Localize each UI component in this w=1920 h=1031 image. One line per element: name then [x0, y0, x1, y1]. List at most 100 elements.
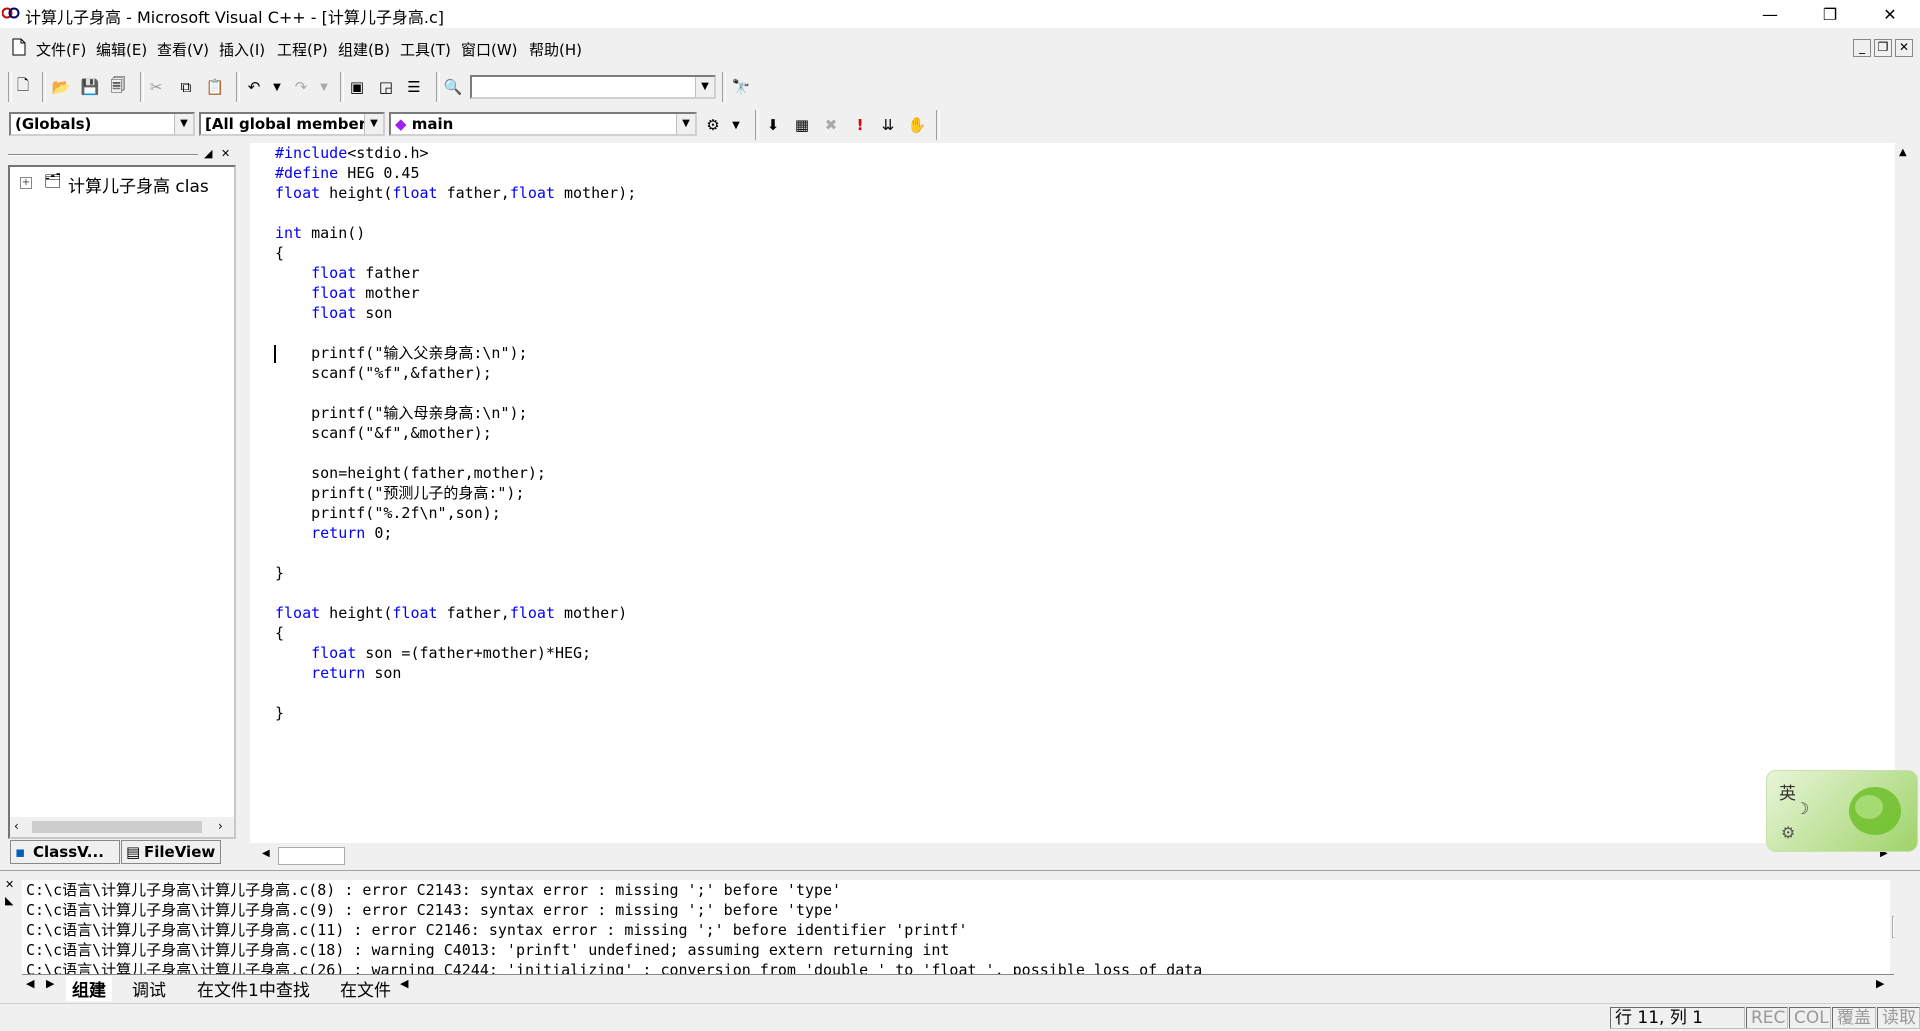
output-line[interactable]: C:\c语言\计算儿子身高\计算儿子身高.c(11) : error C2146…: [26, 920, 968, 940]
redo-icon[interactable]: ↷: [290, 76, 312, 98]
minimize-button[interactable]: —: [1740, 0, 1800, 28]
output-line[interactable]: C:\c语言\计算儿子身高\计算儿子身高.c(9) : error C2143:…: [26, 900, 841, 920]
expand-icon[interactable]: +: [20, 177, 32, 189]
tree-item-project[interactable]: 计算儿子身高 clas: [68, 172, 209, 197]
menu-tools[interactable]: 工具(T): [400, 39, 451, 60]
globals-combo[interactable]: (Globals) ▼: [9, 112, 195, 136]
undo-icon[interactable]: ↶: [243, 76, 265, 98]
tab-find-in-files-2[interactable]: 在文件: [340, 976, 391, 1001]
menu-file[interactable]: 文件(F): [36, 39, 86, 60]
mdi-close-button[interactable]: ✕: [1895, 39, 1913, 57]
globals-combo-value: (Globals): [15, 115, 92, 133]
tab-classview[interactable]: ▪ ClassV...: [10, 840, 120, 864]
editor-hscrollbar[interactable]: ◀ ▶: [254, 845, 1895, 865]
window-list-icon[interactable]: ☰: [403, 76, 425, 98]
save-icon[interactable]: 💾: [79, 76, 101, 98]
window-title: 计算儿子身高 - Microsoft Visual C++ - [计算儿子身高.…: [25, 8, 444, 27]
menu-view[interactable]: 查看(V): [157, 39, 209, 60]
code-line: #define HEG 0.45: [275, 164, 420, 182]
compile-icon[interactable]: ⬇: [762, 114, 784, 136]
menu-insert[interactable]: 插入(I): [219, 39, 265, 60]
output-line[interactable]: C:\c语言\计算儿子身高\计算儿子身高.c(26) : warning C42…: [26, 960, 1202, 974]
chevron-down-icon[interactable]: ▼: [364, 114, 383, 134]
scroll-thumb[interactable]: [1892, 916, 1894, 938]
chevron-left-icon[interactable]: ‹: [14, 819, 19, 833]
tab-fileview-label: FileView: [144, 843, 216, 861]
leaf-icon: [1849, 787, 1901, 835]
tab-debug[interactable]: 调试: [132, 976, 166, 1001]
function-combo[interactable]: ◆ main ▼: [389, 112, 697, 136]
redo-dropdown-icon[interactable]: ▼: [313, 76, 335, 98]
code-line: float son =(father+mother)*HEG;: [311, 644, 592, 662]
find-combo[interactable]: ▼: [470, 75, 716, 99]
output-close-icon[interactable]: ✕: [5, 878, 14, 891]
paste-icon[interactable]: 📋: [204, 76, 226, 98]
tab-build[interactable]: 组建: [66, 976, 112, 1001]
code-editor[interactable]: #include<stdio.h> #define HEG 0.45 float…: [250, 143, 1915, 843]
chevron-down-icon[interactable]: ▼: [676, 114, 695, 134]
function-combo-value: main: [411, 115, 454, 133]
restore-button[interactable]: ❐: [1800, 0, 1860, 28]
code-line: scanf("%f",&father);: [275, 364, 492, 382]
menu-window[interactable]: 窗口(W): [461, 39, 518, 60]
ime-language[interactable]: 英: [1779, 779, 1796, 804]
output-line[interactable]: C:\c语言\计算儿子身高\计算儿子身高.c(8) : error C2143:…: [26, 880, 841, 900]
tab-find-in-files-1[interactable]: 在文件1中查找: [197, 976, 310, 1001]
chevron-down-icon[interactable]: ▼: [695, 77, 714, 97]
undo-dropdown-icon[interactable]: ▼: [266, 76, 288, 98]
mdi-minimize-button[interactable]: _: [1853, 39, 1871, 57]
copy-icon[interactable]: ⧉: [175, 76, 197, 98]
scroll-thumb[interactable]: [32, 821, 202, 833]
save-all-icon[interactable]: 🗐: [107, 76, 129, 98]
pane-close-icon[interactable]: ✕: [221, 147, 230, 160]
chevron-down-icon[interactable]: ▼: [174, 114, 193, 134]
arrow-up-icon[interactable]: ▲: [1899, 147, 1907, 158]
wizard-action-icon[interactable]: ⚙: [702, 114, 724, 136]
members-combo-value: [All global members: [205, 115, 376, 133]
output-window-icon[interactable]: ◲: [375, 76, 397, 98]
output-toggle-icon[interactable]: ◣: [5, 894, 13, 907]
output-vscrollbar[interactable]: ▲ ▼: [1890, 880, 1894, 974]
menu-edit[interactable]: 编辑(E): [96, 39, 147, 60]
breakpoint-hand-icon[interactable]: ✋: [906, 114, 928, 136]
arrow-left-icon[interactable]: ◀: [400, 977, 408, 990]
classview-hscrollbar[interactable]: ‹ ›: [10, 817, 234, 837]
col-indicator: COL: [1789, 1007, 1831, 1029]
menu-help[interactable]: 帮助(H): [529, 39, 582, 60]
tab-fileview[interactable]: ▤ FileView: [121, 840, 221, 864]
build-icon[interactable]: ▦: [791, 114, 813, 136]
output-line[interactable]: C:\c语言\计算儿子身高\计算儿子身高.c(18) : warning C40…: [26, 940, 949, 960]
scroll-thumb[interactable]: [278, 847, 345, 865]
code-line: printf("%.2f\n",son);: [275, 504, 501, 522]
classes-icon: 🗂: [44, 173, 62, 189]
tab-scroll-right-icon[interactable]: ▶: [46, 977, 54, 990]
open-folder-icon[interactable]: 📂: [50, 76, 72, 98]
wizard-toolbar: (Globals) ▼ [All global members ▼ ◆ main…: [0, 108, 1920, 142]
find-in-files-icon[interactable]: 🔍: [442, 76, 464, 98]
tab-scroll-left-icon[interactable]: ◀: [26, 977, 34, 990]
chevron-right-icon[interactable]: ›: [218, 819, 223, 833]
workspace-icon[interactable]: ▣: [346, 76, 368, 98]
find-binoculars-icon[interactable]: 🔭: [730, 76, 752, 98]
new-text-file-icon[interactable]: 🗋: [12, 76, 34, 98]
wizard-dropdown-icon[interactable]: ▼: [725, 114, 747, 136]
gear-icon[interactable]: ⚙: [1781, 823, 1795, 842]
go-icon[interactable]: ⇊: [877, 114, 899, 136]
editor-vscrollbar[interactable]: ▲ ▼: [1895, 143, 1915, 843]
stop-build-icon[interactable]: ✖: [820, 114, 842, 136]
arrow-right-icon[interactable]: ▶: [1876, 977, 1884, 990]
execute-icon[interactable]: !: [849, 114, 871, 136]
arrow-left-icon[interactable]: ◀: [262, 848, 270, 859]
code-line: float father: [311, 264, 420, 282]
output-pane[interactable]: C:\c语言\计算儿子身高\计算儿子身高.c(8) : error C2143:…: [22, 880, 1894, 974]
pane-toggle-icon[interactable]: ◢: [204, 147, 212, 160]
menu-build[interactable]: 组建(B): [338, 39, 390, 60]
mdi-restore-button[interactable]: ❐: [1874, 39, 1892, 57]
ime-widget[interactable]: 英 ☽ ⚙: [1766, 770, 1918, 852]
code-line: float height(float father,float mother): [275, 604, 628, 622]
close-button[interactable]: ✕: [1860, 0, 1920, 28]
cut-icon[interactable]: ✂: [145, 76, 167, 98]
tab-classview-label: ClassV...: [33, 843, 104, 861]
menu-project[interactable]: 工程(P): [277, 39, 328, 60]
members-combo[interactable]: [All global members ▼: [199, 112, 385, 136]
